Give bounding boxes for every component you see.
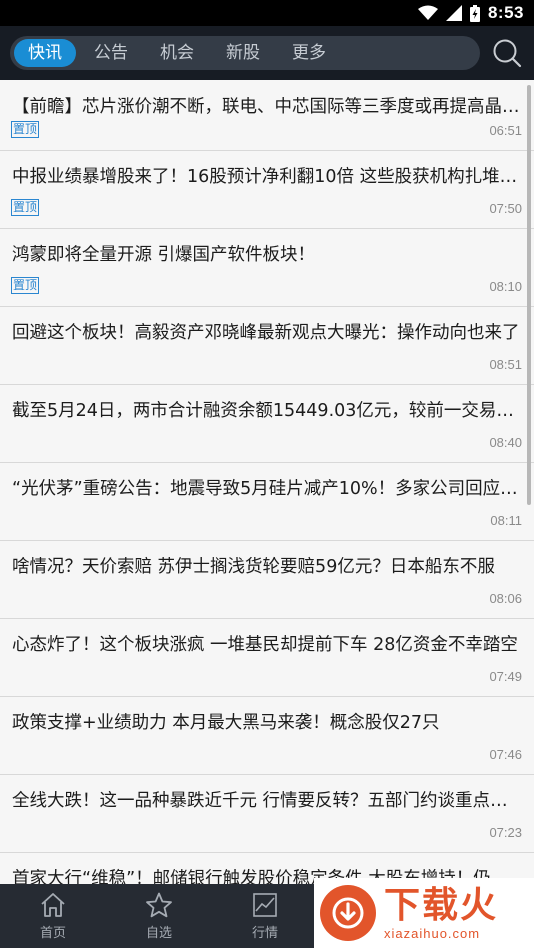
chart-icon: [253, 893, 277, 917]
news-title: 鸿蒙即将全量开源 引爆国产软件板块！: [12, 245, 316, 265]
news-item[interactable]: 心态炸了！这个板块涨疯 一堆基民却提前下车 28亿资金不幸踏空 07:49: [0, 619, 534, 697]
nav-watchlist-label: 自选: [145, 926, 172, 941]
nav-market-label: 行情: [251, 926, 278, 941]
pinned-badge: 置顶: [11, 199, 40, 216]
news-time: 08:51: [489, 357, 522, 372]
news-title: 全线大跌！这一品种暴跌近千元 行情要反转？五部门约谈重点企业: [12, 791, 522, 811]
search-button[interactable]: [492, 38, 522, 68]
category-tabs: 快讯 公告 机会 新股 更多: [10, 36, 480, 70]
nav-watchlist[interactable]: 自选: [106, 884, 212, 948]
search-icon: [493, 39, 522, 68]
tab-announcements[interactable]: 公告: [80, 39, 142, 67]
home-icon: [41, 893, 65, 917]
nav-market[interactable]: 行情: [212, 884, 318, 948]
nav-home-label: 首页: [39, 926, 66, 941]
news-time: 07:49: [489, 669, 522, 684]
news-title: 啥情况？天价索赔 苏伊士搁浅货轮要赔59亿元？日本船东不服: [12, 557, 495, 577]
news-time: 07:50: [489, 201, 522, 216]
watermark-logo: 下载火 xiazaihuo.com: [314, 878, 534, 948]
pinned-badge: 置顶: [11, 277, 40, 294]
scrollbar[interactable]: [527, 85, 531, 505]
news-time: 08:40: [489, 435, 522, 450]
tab-opportunities[interactable]: 机会: [146, 39, 208, 67]
news-title: 心态炸了！这个板块涨疯 一堆基民却提前下车 28亿资金不幸踏空: [12, 635, 518, 655]
news-list: 【前瞻】芯片涨价潮不断，联电、中芯国际等三季度或再提高晶圆代工价格 置顶 06:…: [0, 80, 534, 884]
status-bar: 8:53: [0, 0, 534, 26]
pinned-badge: 置顶: [11, 121, 40, 138]
news-item[interactable]: 截至5月24日，两市合计融资余额15449.03亿元，较前一交易日增加 08:4…: [0, 385, 534, 463]
news-item[interactable]: “光伏茅”重磅公告：地震导致5月硅片减产10%！多家公司回应地震影响 08:11: [0, 463, 534, 541]
news-title: 政策支撑+业绩助力 本月最大黑马来袭！概念股仅27只: [12, 713, 440, 733]
news-title: 【前瞻】芯片涨价潮不断，联电、中芯国际等三季度或再提高晶圆代工价格: [12, 97, 522, 117]
tab-new-stocks[interactable]: 新股: [212, 39, 274, 67]
news-item[interactable]: 政策支撑+业绩助力 本月最大黑马来袭！概念股仅27只 07:46: [0, 697, 534, 775]
top-header: 快讯 公告 机会 新股 更多: [0, 26, 534, 80]
download-fire-icon: [320, 885, 376, 941]
news-item[interactable]: 鸿蒙即将全量开源 引爆国产软件板块！ 置顶 08:10: [0, 229, 534, 307]
watermark-url: xiazaihuo.com: [384, 925, 481, 941]
news-time: 08:10: [489, 279, 522, 294]
watermark-title: 下载火: [384, 884, 499, 926]
news-item[interactable]: 中报业绩暴增股来了！16股预计净利翻10倍 这些股获机构扎堆推荐 置顶 07:5…: [0, 151, 534, 229]
star-icon: [146, 892, 172, 918]
nav-home[interactable]: 首页: [0, 884, 106, 948]
news-time: 07:23: [489, 825, 522, 840]
news-item[interactable]: 回避这个板块！高毅资产邓晓峰最新观点大曝光：操作动向也来了 08:51: [0, 307, 534, 385]
status-time: 8:53: [487, 3, 524, 22]
news-title: 回避这个板块！高毅资产邓晓峰最新观点大曝光：操作动向也来了: [12, 323, 520, 343]
news-item[interactable]: 啥情况？天价索赔 苏伊士搁浅货轮要赔59亿元？日本船东不服 08:06: [0, 541, 534, 619]
cellular-signal-icon: [445, 5, 462, 21]
news-title: 中报业绩暴增股来了！16股预计净利翻10倍 这些股获机构扎堆推荐: [12, 167, 522, 187]
news-time: 08:11: [490, 513, 522, 528]
news-title: “光伏茅”重磅公告：地震导致5月硅片减产10%！多家公司回应地震影响: [12, 479, 522, 499]
news-item[interactable]: 全线大跌！这一品种暴跌近千元 行情要反转？五部门约谈重点企业 07:23: [0, 775, 534, 853]
news-item[interactable]: 【前瞻】芯片涨价潮不断，联电、中芯国际等三季度或再提高晶圆代工价格 置顶 06:…: [0, 80, 534, 151]
news-time: 08:06: [489, 591, 522, 606]
tab-news-flash[interactable]: 快讯: [14, 39, 76, 67]
news-time: 06:51: [489, 123, 522, 138]
news-time: 07:46: [489, 747, 522, 762]
news-title: 截至5月24日，两市合计融资余额15449.03亿元，较前一交易日增加: [12, 401, 522, 421]
battery-icon: [469, 4, 480, 22]
wifi-icon: [417, 5, 438, 20]
tab-more[interactable]: 更多: [278, 39, 340, 67]
